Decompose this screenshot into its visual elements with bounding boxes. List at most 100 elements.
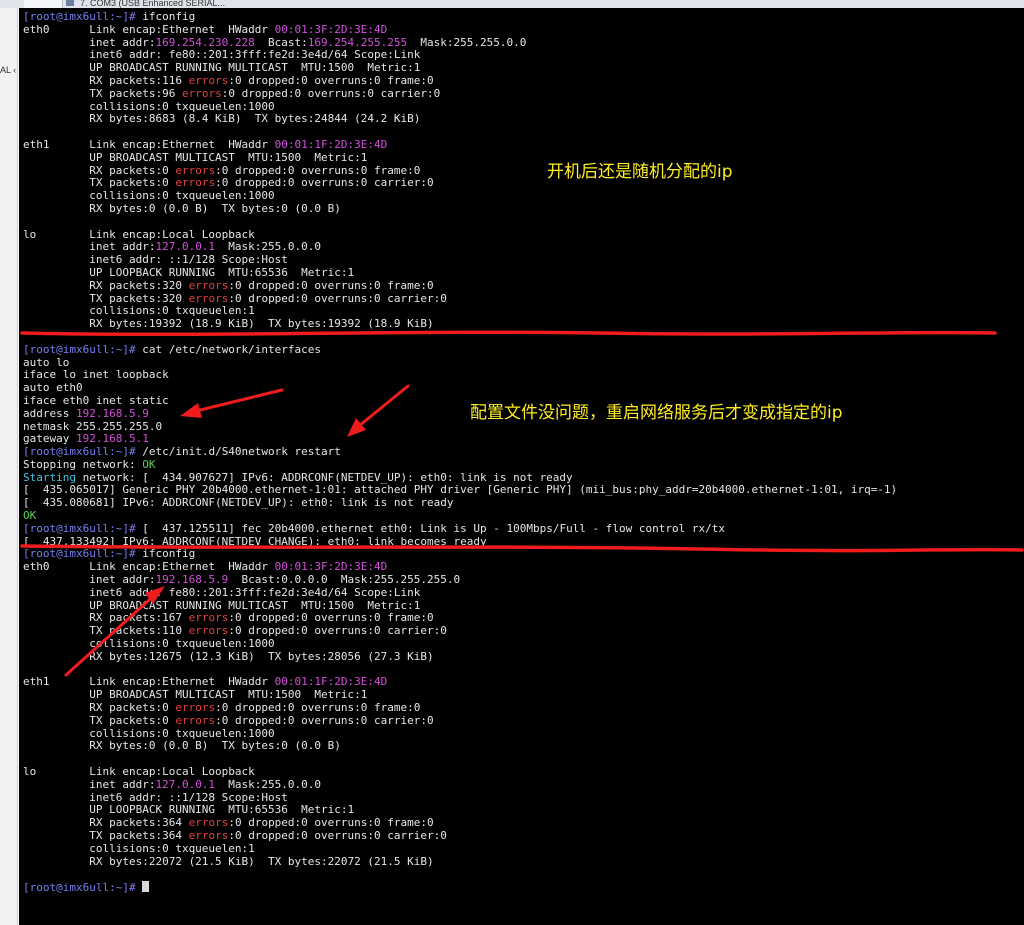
shell-prompt: [root@imx6ull:~]# (23, 521, 143, 535)
terminal-text: 192.168.5.1 (75, 432, 149, 446)
terminal-line: RX bytes:8683 (8.4 KiB) TX bytes:24844 (… (23, 112, 897, 126)
terminal-text: inet6 addr: ::1/128 Scope:Host (23, 790, 288, 804)
shell-prompt: [root@imx6ull:~]# (23, 547, 143, 561)
browser-tab-bar: 7. COM3 (USB Enhanced SERIAL... (0, 0, 1024, 8)
terminal-text: :0 dropped:0 overruns:0 carrier:0 (221, 86, 441, 100)
terminal-text: inet addr: (23, 240, 156, 254)
shell-prompt: [root@imx6ull:~]# (23, 445, 143, 459)
terminal-text: /etc/init.d/S40network restart (142, 445, 341, 459)
terminal-text: TX packets:364 (23, 829, 189, 842)
terminal-text: errors (188, 73, 229, 87)
terminal-text: collisions:0 txqueuelen:1 (23, 304, 255, 318)
terminal-text: inet6 addr: fe80::201:3fff:fe2d:3e4d/64 … (23, 48, 421, 62)
terminal-text: Stopping network: (23, 457, 143, 471)
terminal-text: auto eth0 (23, 381, 83, 395)
terminal-text: :0 dropped:0 overruns:0 carrier:0 (215, 176, 434, 190)
terminal-line: RX bytes:22072 (21.5 KiB) TX bytes:22072… (23, 854, 897, 869)
terminal-text: RX bytes:0 (0.0 B) TX bytes:0 (0.0 B) (23, 739, 341, 753)
terminal-text: Mask:255.0.0.0 (215, 777, 322, 791)
terminal-text: 127.0.0.1 (155, 240, 216, 254)
terminal-text: inet6 addr: fe80::201:3fff:fe2d:3e4d/64 … (23, 585, 421, 599)
browser-tab-serial[interactable]: 7. COM3 (USB Enhanced SERIAL... (66, 0, 266, 8)
terminal-line: [root@imx6ull:~]# (23, 881, 897, 894)
shell-prompt: [root@imx6ull:~]# (23, 10, 143, 23)
terminal-text: [ 435.080681] IPv6: ADDRCONF(NETDEV_UP):… (23, 496, 454, 510)
terminal-text: [ 435.065017] Generic PHY 20b4000.ethern… (23, 483, 898, 497)
terminal-text: [ 437.133492] IPv6: ADDRCONF(NETDEV_CHAN… (23, 534, 487, 548)
terminal-text: RX packets:167 (23, 611, 189, 625)
terminal-text: errors (188, 278, 229, 292)
terminal-text: ifconfig (142, 547, 196, 561)
terminal-text: TX packets:0 (23, 713, 176, 727)
browser-tab-label: 7. COM3 (USB Enhanced SERIAL... (80, 0, 226, 8)
terminal-text: errors (188, 829, 229, 842)
terminal-text: address (23, 406, 76, 420)
terminal-text: 192.168.5.9 (155, 573, 229, 587)
terminal-text: TX packets:96 (23, 86, 182, 100)
terminal-text: TX packets:110 (23, 624, 189, 638)
terminal-line: RX bytes:0 (0.0 B) TX bytes:0 (0.0 B) (23, 201, 897, 216)
terminal-text: auto lo (23, 355, 70, 369)
terminal-text: errors (181, 86, 222, 100)
terminal-text: iface eth0 inet static (23, 393, 169, 407)
terminal-text: 169.254.255.255 (307, 35, 408, 49)
terminal-text: TX packets:0 (23, 176, 176, 190)
terminal-line: [ 435.080681] IPv6: ADDRCONF(NETDEV_UP):… (23, 496, 897, 510)
terminal-text: inet addr: (23, 35, 156, 49)
terminal-text: RX bytes:19392 (18.9 KiB) TX bytes:19392… (23, 317, 434, 331)
shell-prompt: [root@imx6ull:~]# (23, 342, 143, 356)
terminal-text: RX bytes:22072 (21.5 KiB) TX bytes:22072… (23, 854, 434, 868)
terminal-text: iface lo inet loopback (23, 368, 169, 382)
terminal-text: 00:01:3F:2D:3E:4D (274, 560, 388, 574)
terminal-line: RX bytes:12675 (12.3 KiB) TX bytes:28056… (23, 649, 897, 664)
terminal-text: :0 dropped:0 overruns:0 frame:0 (228, 73, 434, 87)
terminal-text: :0 dropped:0 overruns:0 frame:0 (215, 163, 421, 177)
terminal-text: :0 dropped:0 overruns:0 frame:0 (228, 278, 434, 292)
terminal-text: collisions:0 txqueuelen:1 (23, 841, 255, 855)
terminal-text: RX bytes:12675 (12.3 KiB) TX bytes:28056… (23, 649, 434, 663)
terminal-text: RX packets:116 (23, 73, 189, 87)
terminal-text: 169.254.230.228 (155, 35, 255, 49)
terminal-text: :0 dropped:0 overruns:0 carrier:0 (228, 291, 447, 305)
terminal-text: eth1 Link encap:Ethernet HWaddr (23, 137, 275, 151)
terminal-text: inet addr: (23, 573, 156, 587)
annotation-random-ip-note: 开机后还是随机分配的ip (547, 162, 733, 182)
terminal-line: RX bytes:19392 (18.9 KiB) TX bytes:19392… (23, 317, 897, 331)
browser-tab-active[interactable] (24, 0, 63, 8)
terminal-text: errors (175, 176, 216, 190)
terminal-text: OK (23, 509, 37, 523)
terminal-text: RX packets:364 (23, 816, 189, 830)
terminal-text: ifconfig (142, 10, 196, 23)
terminal-text: collisions:0 txqueuelen:1000 (23, 99, 275, 113)
terminal-output: [root@imx6ull:~]# ifconfig eth0 Link enca… (23, 10, 898, 894)
terminal-text: RX packets:0 (23, 701, 176, 715)
terminal-text: :0 dropped:0 overruns:0 frame:0 (228, 611, 434, 625)
terminal-text: :0 dropped:0 overruns:0 carrier:0 (215, 713, 434, 727)
terminal-text: collisions:0 txqueuelen:1000 (23, 726, 275, 740)
terminal-text: RX bytes:0 (0.0 B) TX bytes:0 (0.0 B) (23, 201, 341, 215)
terminal-text: inet6 addr: ::1/128 Scope:Host (23, 253, 288, 267)
terminal-text: inet addr: (23, 777, 156, 791)
terminal-text: Bcast:0.0.0.0 Mask:255.255.255.0 (228, 573, 461, 587)
terminal-text: UP LOOPBACK RUNNING MTU:65536 Metric:1 (23, 265, 355, 279)
terminal-text: OK (142, 457, 156, 471)
terminal-text: RX packets:0 (23, 163, 176, 177)
terminal-text: UP BROADCAST RUNNING MULTICAST MTU:1500 … (23, 61, 421, 75)
terminal-text: lo Link encap:Local Loopback (23, 765, 255, 779)
terminal-line: [root@imx6ull:~]# cat /etc/network/inter… (23, 342, 897, 357)
terminal-text: lo Link encap:Local Loopback (23, 227, 255, 241)
terminal-text: :0 dropped:0 overruns:0 frame:0 (228, 816, 434, 830)
terminal-text: cat /etc/network/interfaces (142, 342, 322, 356)
sidebar-clip-text: AL ‹ (0, 65, 17, 75)
terminal-icon (66, 0, 74, 6)
terminal-text: collisions:0 txqueuelen:1000 (23, 637, 275, 651)
terminal-text: UP LOOPBACK RUNNING MTU:65536 Metric:1 (23, 803, 355, 817)
shell-prompt: [root@imx6ull:~]# (23, 881, 143, 895)
terminal-window[interactable]: [root@imx6ull:~]# ifconfig eth0 Link enca… (19, 8, 1024, 925)
terminal-text: eth1 Link encap:Ethernet HWaddr (23, 675, 275, 689)
terminal-text: UP BROADCAST MULTICAST MTU:1500 Metric:1 (23, 688, 368, 702)
terminal-text: Bcast: (254, 35, 308, 49)
terminal-text: TX packets:320 (23, 291, 189, 305)
terminal-text: Mask:255.255.0.0 (407, 35, 527, 49)
